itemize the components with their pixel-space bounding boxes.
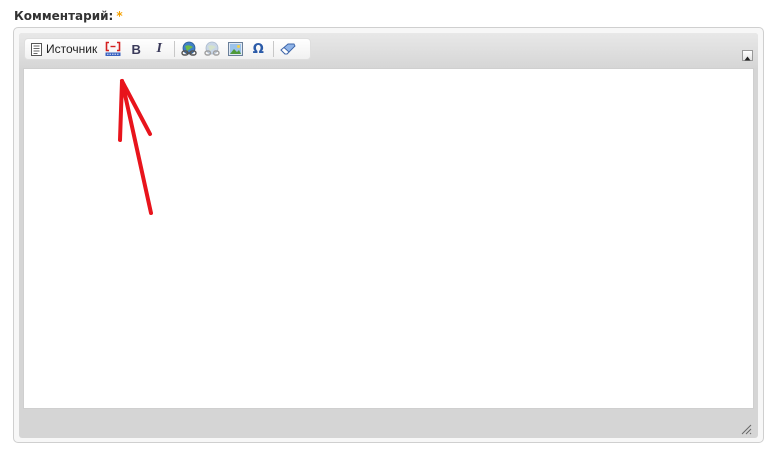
source-icon <box>31 42 42 56</box>
special-char-icon: Ω <box>252 41 264 57</box>
bold-button[interactable]: B <box>127 40 145 58</box>
italic-icon: I <box>156 41 162 56</box>
toolbar-separator <box>273 41 275 57</box>
comment-field-label: Комментарий: * <box>14 9 123 23</box>
bold-icon: B <box>131 41 141 57</box>
image-button[interactable] <box>226 40 244 58</box>
link-button[interactable] <box>180 40 198 58</box>
editor-toolbar: Источник B I Ω <box>19 33 758 68</box>
required-mark: * <box>116 9 123 23</box>
source-button[interactable]: Источник <box>31 40 99 58</box>
resize-grip-icon[interactable] <box>740 420 752 435</box>
collapse-toolbar-button[interactable] <box>742 50 753 61</box>
rich-text-editor: Источник B I Ω <box>13 27 764 443</box>
source-button-label: Источник <box>46 42 98 56</box>
eraser-icon <box>280 43 296 55</box>
code-button[interactable] <box>104 40 122 58</box>
special-char-button[interactable]: Ω <box>249 40 267 58</box>
unlink-icon <box>204 41 220 57</box>
page: Комментарий: * Источник B I Ω <box>0 0 780 458</box>
italic-button[interactable]: I <box>150 40 168 58</box>
toolbar-button-group: Источник B I Ω <box>24 38 311 60</box>
unlink-button[interactable] <box>203 40 221 58</box>
editor-content-area[interactable] <box>23 68 754 409</box>
collapse-arrow-icon <box>744 46 751 65</box>
remove-format-button[interactable] <box>279 40 297 58</box>
image-icon <box>227 42 243 56</box>
toolbar-separator <box>174 41 176 57</box>
editor-frame: Источник B I Ω <box>19 33 758 438</box>
comment-label-text: Комментарий: <box>14 9 114 23</box>
link-icon <box>181 41 197 57</box>
code-icon <box>104 41 122 57</box>
